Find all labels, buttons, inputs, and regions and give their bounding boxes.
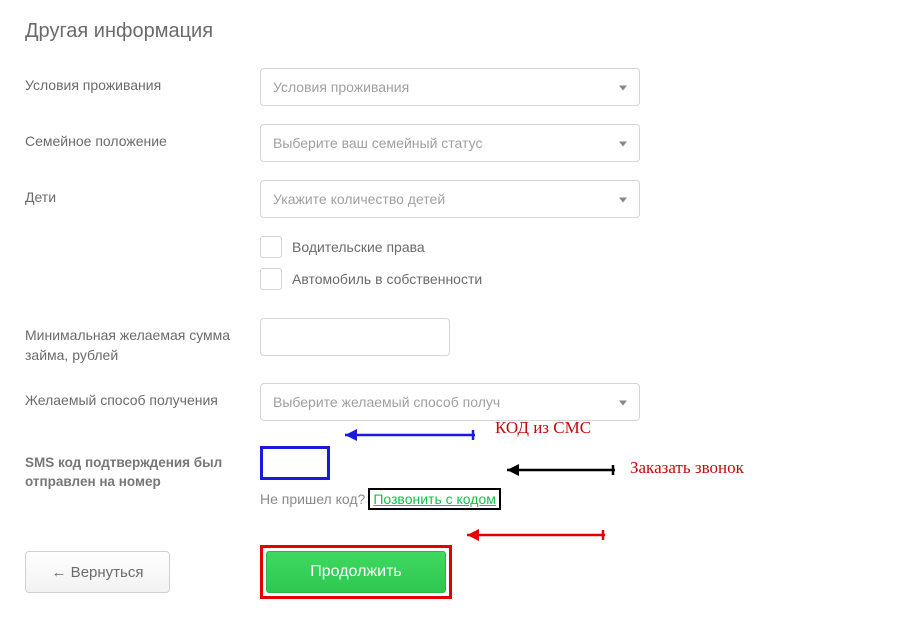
row-children: Дети Укажите количество детей (25, 180, 895, 218)
label-living: Условия проживания (25, 68, 260, 96)
input-min-loan[interactable] (260, 318, 450, 356)
label-children: Дети (25, 180, 260, 208)
row-marital-status: Семейное положение Выберите ваш семейный… (25, 124, 895, 162)
select-children-placeholder: Укажите количество детей (273, 191, 445, 207)
select-marital-placeholder: Выберите ваш семейный статус (273, 135, 482, 151)
select-living-conditions[interactable]: Условия проживания (260, 68, 640, 106)
select-living-placeholder: Условия проживания (273, 79, 409, 95)
back-button[interactable]: ← Вернуться (25, 551, 170, 593)
section-title: Другая информация (25, 20, 895, 43)
continue-button-highlight: Продолжить (260, 545, 452, 599)
row-min-loan: Минимальная желаемая сумма займа, рублей (25, 318, 895, 365)
checkbox-row-drivers-license: Водительские права (260, 236, 640, 258)
checkbox-row-car-owned: Автомобиль в собственности (260, 268, 640, 290)
row-sms: SMS код подтверждения был отправлен на н… (25, 446, 895, 510)
annotation-arrow-continue (455, 525, 615, 545)
select-receive-method[interactable]: Выберите желаемый способ получ (260, 383, 640, 421)
label-min-loan: Минимальная желаемая сумма займа, рублей (25, 318, 260, 365)
row-checkboxes: Водительские права Автомобиль в собствен… (25, 236, 895, 300)
checkbox-car-owned[interactable] (260, 268, 282, 290)
label-marital: Семейное положение (25, 124, 260, 152)
select-children[interactable]: Укажите количество детей (260, 180, 640, 218)
row-living-conditions: Условия проживания Условия проживания (25, 68, 895, 106)
select-receive-placeholder: Выберите желаемый способ получ (273, 394, 500, 410)
label-receive-method: Желаемый способ получения (25, 383, 260, 411)
sms-help-text: Не пришел код? (260, 491, 365, 507)
select-marital-status[interactable]: Выберите ваш семейный статус (260, 124, 640, 162)
checkbox-drivers-license[interactable] (260, 236, 282, 258)
continue-button[interactable]: Продолжить (266, 551, 446, 593)
row-receive-method: Желаемый способ получения Выберите желае… (25, 383, 895, 421)
input-sms-code[interactable] (260, 446, 330, 480)
label-car-owned: Автомобиль в собственности (292, 271, 482, 287)
link-call-with-code[interactable]: Позвонить с кодом (368, 488, 501, 510)
label-sms: SMS код подтверждения был отправлен на н… (25, 446, 260, 492)
label-drivers-license: Водительские права (292, 239, 425, 255)
button-row: ← Вернуться Продолжить (25, 545, 895, 599)
